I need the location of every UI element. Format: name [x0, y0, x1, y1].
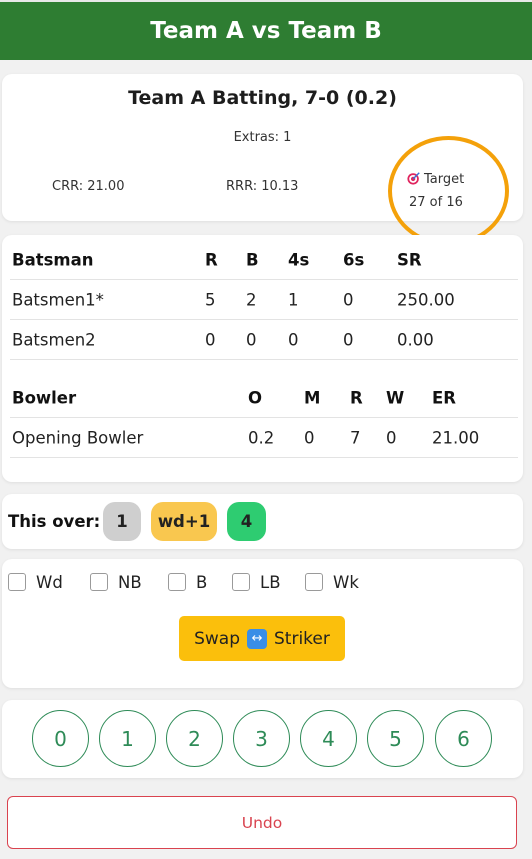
batsman-name: Batsmen1* [12, 290, 104, 309]
checkbox-bye-label: B [196, 572, 208, 592]
current-run-rate: CRR: 21.00 [52, 179, 125, 194]
table-row: Batsmen1* 5 2 1 0 250.00 [10, 280, 518, 320]
target-label: Target [424, 172, 465, 187]
run-buttons-card: 0 1 2 3 4 5 6 [2, 700, 523, 778]
batsman-balls: 2 [246, 290, 257, 309]
target-value: 27 of 16 [409, 195, 463, 210]
checkbox-wide[interactable]: Wd [8, 571, 63, 593]
batting-header-balls: B [246, 250, 259, 269]
bowling-header-economy: ER [432, 388, 456, 407]
ball-chip: 1 [103, 502, 141, 541]
striker-label: Striker [274, 628, 330, 649]
match-title: Team A vs Team B [150, 18, 382, 44]
batsman-name: Batsmen2 [12, 330, 96, 349]
dart-target-icon [407, 172, 420, 185]
required-run-rate: RRR: 10.13 [226, 179, 299, 194]
ball-chip: 4 [227, 502, 266, 541]
checkbox-wicket-box[interactable] [305, 573, 323, 591]
batsman-strike-rate: 0.00 [397, 330, 434, 349]
score-card: Team A Batting, 7-0 (0.2) Extras: 1 CRR:… [2, 74, 523, 246]
undo-button[interactable]: Undo [7, 796, 517, 849]
batsman-runs: 0 [205, 330, 216, 349]
this-over-card: This over: 1 wd+1 4 [2, 494, 523, 549]
scorecard-tables: Batsman R B 4s 6s SR Batsmen1* 5 2 1 0 2… [2, 235, 523, 482]
table-row: Batsmen2 0 0 0 0 0.00 [10, 320, 518, 360]
batsman-sixes: 0 [343, 330, 354, 349]
checkbox-leg-bye-label: LB [260, 572, 281, 592]
checkbox-no-ball[interactable]: NB [90, 571, 142, 593]
run-button-5[interactable]: 5 [367, 710, 424, 767]
bowler-runs: 7 [350, 428, 361, 447]
batting-header-fours: 4s [288, 250, 310, 269]
swap-arrows-icon: ↔ [247, 628, 268, 649]
batting-header-row: Batsman R B 4s 6s SR [10, 240, 518, 280]
checkbox-leg-bye[interactable]: LB [232, 571, 281, 593]
swap-label: Swap [194, 628, 241, 649]
checkbox-wicket-label: Wk [333, 572, 359, 592]
batting-header-batsman: Batsman [12, 250, 94, 269]
this-over-label: This over: [8, 512, 101, 531]
bowling-header-runs: R [350, 388, 363, 407]
batsman-balls: 0 [246, 330, 257, 349]
table-row: Opening Bowler 0.2 0 7 0 21.00 [10, 418, 518, 458]
run-button-4[interactable]: 4 [300, 710, 357, 767]
checkbox-no-ball-box[interactable] [90, 573, 108, 591]
checkbox-wide-label: Wd [36, 572, 63, 592]
checkbox-wide-box[interactable] [8, 573, 26, 591]
batsman-fours: 1 [288, 290, 299, 309]
batsman-strike-rate: 250.00 [397, 290, 455, 309]
batsman-sixes: 0 [343, 290, 354, 309]
checkbox-no-ball-label: NB [118, 572, 142, 592]
score-title: Team A Batting, 7-0 (0.2) [128, 87, 397, 109]
run-button-3[interactable]: 3 [233, 710, 290, 767]
checkbox-wicket[interactable]: Wk [305, 571, 359, 593]
delivery-options-card: Wd NB B LB Wk Swap ↔ Striker [2, 559, 523, 688]
swap-striker-button[interactable]: Swap ↔ Striker [179, 616, 345, 661]
bowling-header-row: Bowler O M R W ER [10, 378, 518, 418]
batting-header-sixes: 6s [343, 250, 365, 269]
checkbox-bye-box[interactable] [168, 573, 186, 591]
bowler-wickets: 0 [386, 428, 397, 447]
checkbox-leg-bye-box[interactable] [232, 573, 250, 591]
batting-header-sr: SR [397, 250, 422, 269]
batting-header-runs: R [205, 250, 218, 269]
run-button-0[interactable]: 0 [32, 710, 89, 767]
target-block: Target 27 of 16 [407, 168, 464, 214]
bowling-header-wickets: W [386, 388, 405, 407]
match-header: Team A vs Team B [0, 0, 532, 60]
bowler-name: Opening Bowler [12, 428, 144, 447]
bowling-header-overs: O [248, 388, 263, 407]
extras-count: Extras: 1 [233, 130, 292, 145]
bowling-header-maidens: M [304, 388, 321, 407]
bowling-header-bowler: Bowler [12, 388, 77, 407]
bowler-overs: 0.2 [248, 428, 275, 447]
run-button-6[interactable]: 6 [435, 710, 492, 767]
batsman-fours: 0 [288, 330, 299, 349]
checkbox-bye[interactable]: B [168, 571, 207, 593]
bowler-maidens: 0 [304, 428, 315, 447]
run-button-1[interactable]: 1 [99, 710, 156, 767]
bowler-economy: 21.00 [432, 428, 480, 447]
run-button-2[interactable]: 2 [166, 710, 223, 767]
ball-chip: wd+1 [151, 502, 217, 541]
batsman-runs: 5 [205, 290, 216, 309]
